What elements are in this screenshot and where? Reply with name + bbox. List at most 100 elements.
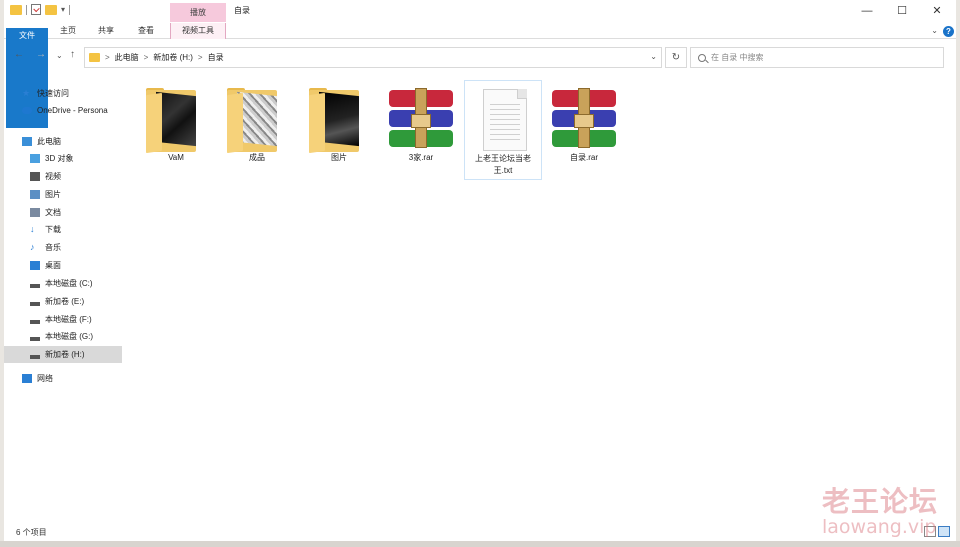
file-item-rar[interactable]: 3家.rar [382, 80, 460, 180]
taskbar-edge [0, 541, 960, 547]
file-name: 自录.rar [570, 153, 598, 162]
breadcrumb-separator: > [143, 53, 149, 62]
watermark-url: laowang.vip [822, 516, 937, 538]
sidebar-item[interactable]: 本地磁盘 (F:) [4, 311, 122, 328]
recent-locations-button[interactable]: ⌄ [56, 51, 63, 60]
drive-icon [30, 319, 40, 324]
sidebar-item[interactable]: 新加卷 (E:) [4, 293, 122, 310]
tab-share[interactable]: 共享 [92, 23, 120, 39]
sidebar-item[interactable]: 本地磁盘 (C:) [4, 275, 122, 292]
quick-access-toolbar: ▾ [10, 4, 71, 15]
maximize-button[interactable]: ☐ [885, 0, 919, 23]
forward-button[interactable]: → [36, 49, 46, 60]
search-icon [698, 53, 706, 62]
file-item-folder[interactable]: 成品 [218, 80, 296, 180]
cube-icon [30, 154, 40, 163]
search-placeholder[interactable]: 在 自录 中搜索 [711, 52, 763, 63]
file-item-folder[interactable]: VaM [137, 80, 215, 180]
desktop-icon [30, 261, 40, 270]
sidebar-item-label: 文档 [45, 208, 61, 217]
status-bar: 6 个项目 [4, 524, 956, 541]
drive-icon [30, 354, 40, 359]
drive-icon [30, 283, 40, 288]
download-icon: ↓ [30, 224, 35, 234]
address-dropdown-icon[interactable]: ⌄ [650, 52, 657, 61]
sidebar-item-label: OneDrive - Persona [37, 106, 108, 115]
sidebar-item-label: 视频 [45, 172, 61, 181]
sidebar-item-label: 音乐 [45, 243, 61, 252]
close-button[interactable]: ✕ [920, 0, 954, 23]
minimize-button[interactable]: — [850, 0, 884, 23]
sidebar-item[interactable]: OneDrive - Persona [4, 102, 122, 119]
sidebar-item-label: 下载 [45, 225, 61, 234]
sidebar-item-label: 3D 对象 [45, 154, 74, 163]
sidebar-item-label: 桌面 [45, 261, 61, 270]
file-explorer-window: ▾ 播放 自录 — ☐ ✕ 文件 主页 共享 查看 视频工具 ⌄ ? ← → ⌄… [4, 0, 956, 541]
refresh-button[interactable]: ↻ [665, 47, 687, 68]
large-icons-view-button[interactable] [938, 526, 950, 537]
watermark-title: 老王论坛 [822, 485, 939, 518]
folder-icon [223, 86, 291, 154]
back-button[interactable]: ← [14, 49, 24, 60]
help-icon[interactable]: ? [943, 26, 954, 37]
sidebar-item[interactable]: 图片 [4, 186, 122, 203]
separator [26, 4, 27, 15]
window-title: 自录 [234, 6, 250, 15]
sidebar-item-label: 本地磁盘 (C:) [45, 279, 93, 288]
sidebar-item[interactable]: 本地磁盘 (G:) [4, 328, 122, 345]
tab-view[interactable]: 查看 [132, 23, 160, 39]
sidebar-item-label: 图片 [45, 190, 61, 199]
sidebar-item[interactable]: 视频 [4, 168, 122, 185]
expand-ribbon-icon[interactable]: ⌄ [931, 26, 938, 35]
sidebar-item-label: 新加卷 (H:) [45, 350, 85, 359]
navigation-pane: ★ 快速访问 OneDrive - Persona 此电脑 3D 对象视频图片文档 ↓ 下载… [4, 83, 124, 383]
properties-icon[interactable] [31, 4, 41, 15]
sidebar-item[interactable]: 桌面 [4, 257, 122, 274]
sidebar-item-label: 此电脑 [37, 137, 61, 146]
drive-icon [30, 301, 40, 306]
tab-home[interactable]: 主页 [54, 23, 82, 39]
tab-video-tools[interactable]: 视频工具 [170, 23, 226, 39]
winrar-archive-icon [550, 86, 618, 152]
document-icon [30, 208, 40, 217]
folder-icon [305, 86, 373, 154]
customize-toolbar-icon[interactable]: ▾ [61, 5, 65, 14]
title-bar: ▾ 播放 自录 — ☐ ✕ [4, 0, 956, 23]
file-name: 3家.rar [408, 153, 434, 162]
file-item-txt[interactable]: 上老王论坛当老王.txt [464, 80, 542, 180]
search-box[interactable]: 在 自录 中搜索 [690, 47, 944, 68]
navigation-bar: ← → ⌄ ↑ > 此电脑 > 新加卷 (H:) > 自录 ⌄ ↻ 在 自录 中… [4, 44, 956, 70]
sidebar-item-label: 快速访问 [37, 89, 69, 98]
file-name: 成品 [249, 153, 265, 162]
file-name: VaM [168, 153, 184, 162]
address-bar[interactable]: > 此电脑 > 新加卷 (H:) > 自录 ⌄ [84, 47, 662, 68]
sidebar-item[interactable]: ★ 快速访问 [4, 85, 122, 102]
file-item-rar[interactable]: 自录.rar [545, 80, 623, 180]
sidebar-item[interactable]: ↓ 下载 [4, 221, 122, 238]
new-folder-icon[interactable] [45, 4, 57, 15]
breadcrumb-current-folder[interactable]: 自录 [208, 52, 224, 63]
sidebar-item[interactable]: 3D 对象 [4, 150, 122, 167]
breadcrumb-separator: > [197, 53, 203, 62]
picture-icon [30, 190, 40, 199]
up-button[interactable]: ↑ [70, 49, 75, 60]
file-item-folder[interactable]: 图片 [300, 80, 378, 180]
sidebar-item[interactable]: 此电脑 [4, 133, 122, 150]
sidebar-item[interactable]: 网络 [4, 370, 122, 387]
folder-icon [142, 86, 210, 154]
sidebar-item[interactable]: 文档 [4, 204, 122, 221]
file-list: VaM 成品 图片 3家.rar 上老王论坛当老王.txt 自录.rar [129, 75, 949, 515]
sidebar-item[interactable]: ♪ 音乐 [4, 239, 122, 256]
item-count: 6 个项目 [16, 528, 47, 537]
separator [69, 4, 71, 15]
pin-icon: ★ [22, 88, 31, 98]
sidebar-item-label: 新加卷 (E:) [45, 297, 85, 306]
sidebar-item-label: 本地磁盘 (F:) [45, 315, 92, 324]
breadcrumb-separator: > [105, 53, 110, 62]
music-icon: ♪ [30, 242, 35, 252]
breadcrumb-drive-h[interactable]: 新加卷 (H:) [153, 52, 193, 63]
breadcrumb-this-pc[interactable]: 此电脑 [115, 52, 139, 63]
sidebar-item[interactable]: 新加卷 (H:) [4, 346, 122, 363]
text-file-icon [469, 87, 537, 153]
sidebar-item-label: 网络 [37, 374, 53, 383]
